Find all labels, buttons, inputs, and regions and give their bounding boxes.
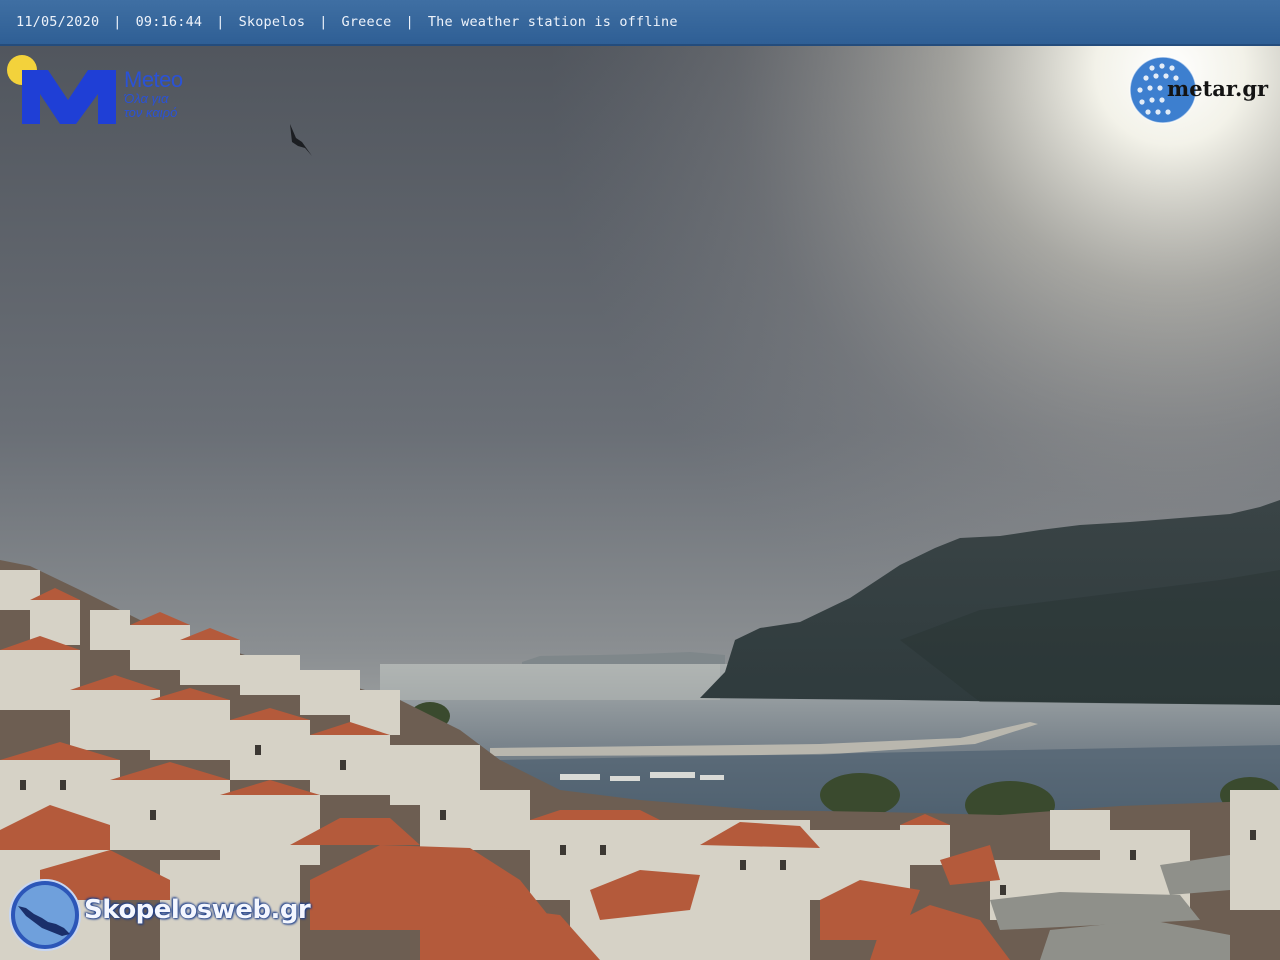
separator: |: [216, 14, 225, 30]
separator: |: [319, 14, 328, 30]
separator: |: [405, 14, 414, 30]
skopelosweb-logo: [9, 879, 81, 951]
meteo-wordmark: Meteo Όλα για τον καιρό: [124, 68, 183, 120]
location-label: Skopelos: [238, 14, 306, 30]
separator: |: [113, 14, 122, 30]
meteo-name: Meteo: [124, 67, 183, 92]
station-status-text: The weather station is offline: [427, 14, 678, 30]
date-readout: 11/05/2020: [16, 14, 100, 30]
meteo-tagline-2: τον καιρό: [124, 105, 178, 120]
meteo-tagline-1: Όλα για: [124, 91, 169, 106]
country-label: Greece: [341, 14, 392, 30]
metar-wordmark: metar.gr: [1167, 76, 1269, 101]
webcam-scene: [0, 0, 1280, 960]
time-readout: 09:16:44: [135, 14, 203, 30]
status-bar: 11/05/2020 | 09:16:44 | Skopelos | Greec…: [0, 0, 1280, 46]
sea-haze: [380, 664, 720, 700]
meteo-m-mark: [22, 70, 116, 124]
skopelosweb-wordmark: Skopelosweb.gr: [84, 895, 311, 925]
